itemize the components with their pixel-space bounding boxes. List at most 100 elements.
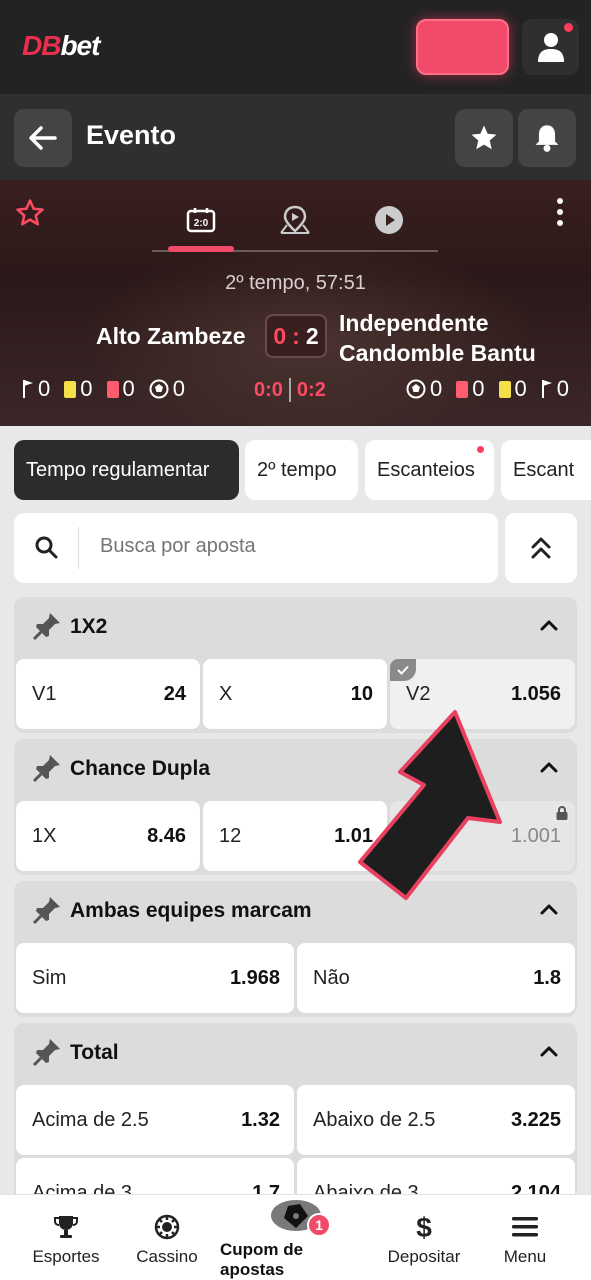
odd-value: 3.225 <box>510 1109 561 1131</box>
home-red-cards: 0 <box>106 376 135 402</box>
odd-abaixo-2-5[interactable]: Abaixo de 2.5 3.225 <box>297 1085 575 1155</box>
home-red-count: 0 <box>122 376 135 401</box>
odd-label: Abaixo de 2.5 <box>313 1109 436 1131</box>
pin-icon[interactable] <box>32 611 62 641</box>
nav-menu[interactable]: Menu <box>482 1195 568 1280</box>
ticket-icon <box>284 1203 308 1228</box>
hamburger-icon <box>512 1217 538 1237</box>
market-title: 1X2 <box>70 615 108 638</box>
market-total: Total Acima de 2.5 1.32 Abaixo de 2.5 3.… <box>14 1023 577 1228</box>
half1-score: 0:0 <box>254 378 283 401</box>
chip-icon <box>154 1214 180 1240</box>
odd-nao[interactable]: Não 1.8 <box>297 943 575 1013</box>
odd-value: 1.8 <box>533 967 561 989</box>
user-icon <box>537 33 564 62</box>
chevron-up-icon[interactable] <box>539 899 559 919</box>
market-title: Chance Dupla <box>70 757 211 780</box>
logo[interactable]: DBbet <box>22 30 100 62</box>
score-home: 0 <box>273 322 287 349</box>
nav-sports[interactable]: Esportes <box>22 1195 110 1280</box>
odd-v1[interactable]: V1 24 <box>16 659 200 729</box>
tab-tempo-regulamentar[interactable]: Tempo regulamentar <box>14 440 239 500</box>
double-chevron-up-icon <box>531 537 551 559</box>
away-goals: 0 <box>406 376 442 402</box>
odd-value: 24 <box>163 683 186 705</box>
away-goals-count: 0 <box>430 376 443 401</box>
dollar-icon: $ <box>416 1212 432 1242</box>
tab-field[interactable] <box>262 200 328 240</box>
top-bar: DBbet <box>0 0 591 94</box>
search-bar <box>14 513 498 583</box>
tab-scoreboard[interactable]: 2:0 <box>168 200 234 240</box>
nav-label: Esportes <box>32 1247 100 1266</box>
corner-flag-icon <box>23 380 33 398</box>
away-stats: 0 0 0 0 <box>406 376 569 402</box>
search-input[interactable] <box>100 535 480 558</box>
tab-2-tempo[interactable]: 2º tempo <box>245 440 358 500</box>
trophy-icon <box>54 1216 78 1238</box>
pin-icon[interactable] <box>32 753 62 783</box>
selected-check-icon <box>390 659 416 681</box>
odd-value: 1.056 <box>510 683 561 705</box>
active-tab-indicator <box>168 246 234 252</box>
match-time: 2º tempo, 57:51 <box>225 272 366 294</box>
pin-icon[interactable] <box>32 895 62 925</box>
odd-label: Não <box>313 967 350 989</box>
score-separator: : <box>292 322 300 349</box>
collapse-all-button[interactable] <box>505 513 577 583</box>
away-yellow-cards: 0 <box>498 376 527 402</box>
logo-bet: bet <box>60 30 100 61</box>
back-arrow-icon <box>29 126 57 150</box>
score-box: 0 : 2 <box>265 314 327 358</box>
odd-sim[interactable]: Sim 1.968 <box>16 943 294 1013</box>
tab-escanteios[interactable]: Escanteios <box>365 440 494 500</box>
tab-escanteios-2[interactable]: Escant <box>501 440 591 500</box>
odd-value: 1.32 <box>241 1109 280 1131</box>
home-yellow-cards: 0 <box>64 376 93 402</box>
away-red-count: 0 <box>472 376 485 401</box>
coupon-button[interactable]: 1 <box>271 1200 331 1237</box>
chevron-up-icon[interactable] <box>539 615 559 635</box>
notifications-button[interactable] <box>518 109 576 167</box>
nav-coupon[interactable]: 1 Cupom de apostas <box>220 1200 372 1280</box>
bell-icon <box>535 125 559 152</box>
home-goals: 0 <box>149 376 185 402</box>
pin-icon[interactable] <box>32 1037 62 1067</box>
odd-label: X <box>219 683 233 705</box>
nav-casino[interactable]: Cassino <box>124 1195 210 1280</box>
odd-acima-2-5[interactable]: Acima de 2.5 1.32 <box>16 1085 294 1155</box>
score-away: 2 <box>305 322 319 349</box>
back-button[interactable] <box>14 109 72 167</box>
red-card-icon <box>456 380 469 398</box>
chip-label: Tempo regulamentar <box>26 458 210 481</box>
svg-text:2:0: 2:0 <box>194 218 209 229</box>
user-button[interactable] <box>522 19 579 75</box>
away-yellow-count: 0 <box>514 376 527 401</box>
team-away: Independente Candomble Bantu <box>339 310 536 366</box>
chevron-up-icon[interactable] <box>539 757 559 777</box>
odd-1x[interactable]: 1X 8.46 <box>16 801 200 871</box>
period-tabs: Tempo regulamentar 2º tempo Escanteios E… <box>14 440 591 500</box>
more-vertical-icon[interactable] <box>551 196 569 228</box>
home-corners: 0 <box>22 376 50 402</box>
star-icon <box>471 125 497 150</box>
nav-deposit[interactable]: $ Depositar <box>380 1195 468 1280</box>
market-header[interactable]: 1X2 <box>14 597 577 655</box>
chevron-up-icon[interactable] <box>539 1041 559 1061</box>
chip-label: Escanteios <box>377 458 475 481</box>
market-header[interactable]: Total <box>14 1023 577 1081</box>
pointer-arrow-annotation <box>358 710 502 900</box>
half2-score: 0:2 <box>296 378 326 401</box>
promo-button[interactable] <box>416 19 509 75</box>
half-separator <box>288 378 291 402</box>
chip-label: 2º tempo <box>257 458 337 481</box>
market-title: Total <box>70 1041 119 1064</box>
nav-label: Cupom de apostas <box>220 1240 304 1279</box>
market-title: Ambas equipes marcam <box>70 899 312 922</box>
favorite-button[interactable] <box>455 109 513 167</box>
page-title: Evento <box>86 120 177 150</box>
favorite-star-icon[interactable] <box>14 198 46 228</box>
tab-video[interactable] <box>356 200 422 240</box>
yellow-card-icon <box>64 380 77 398</box>
lock-icon <box>556 806 568 820</box>
